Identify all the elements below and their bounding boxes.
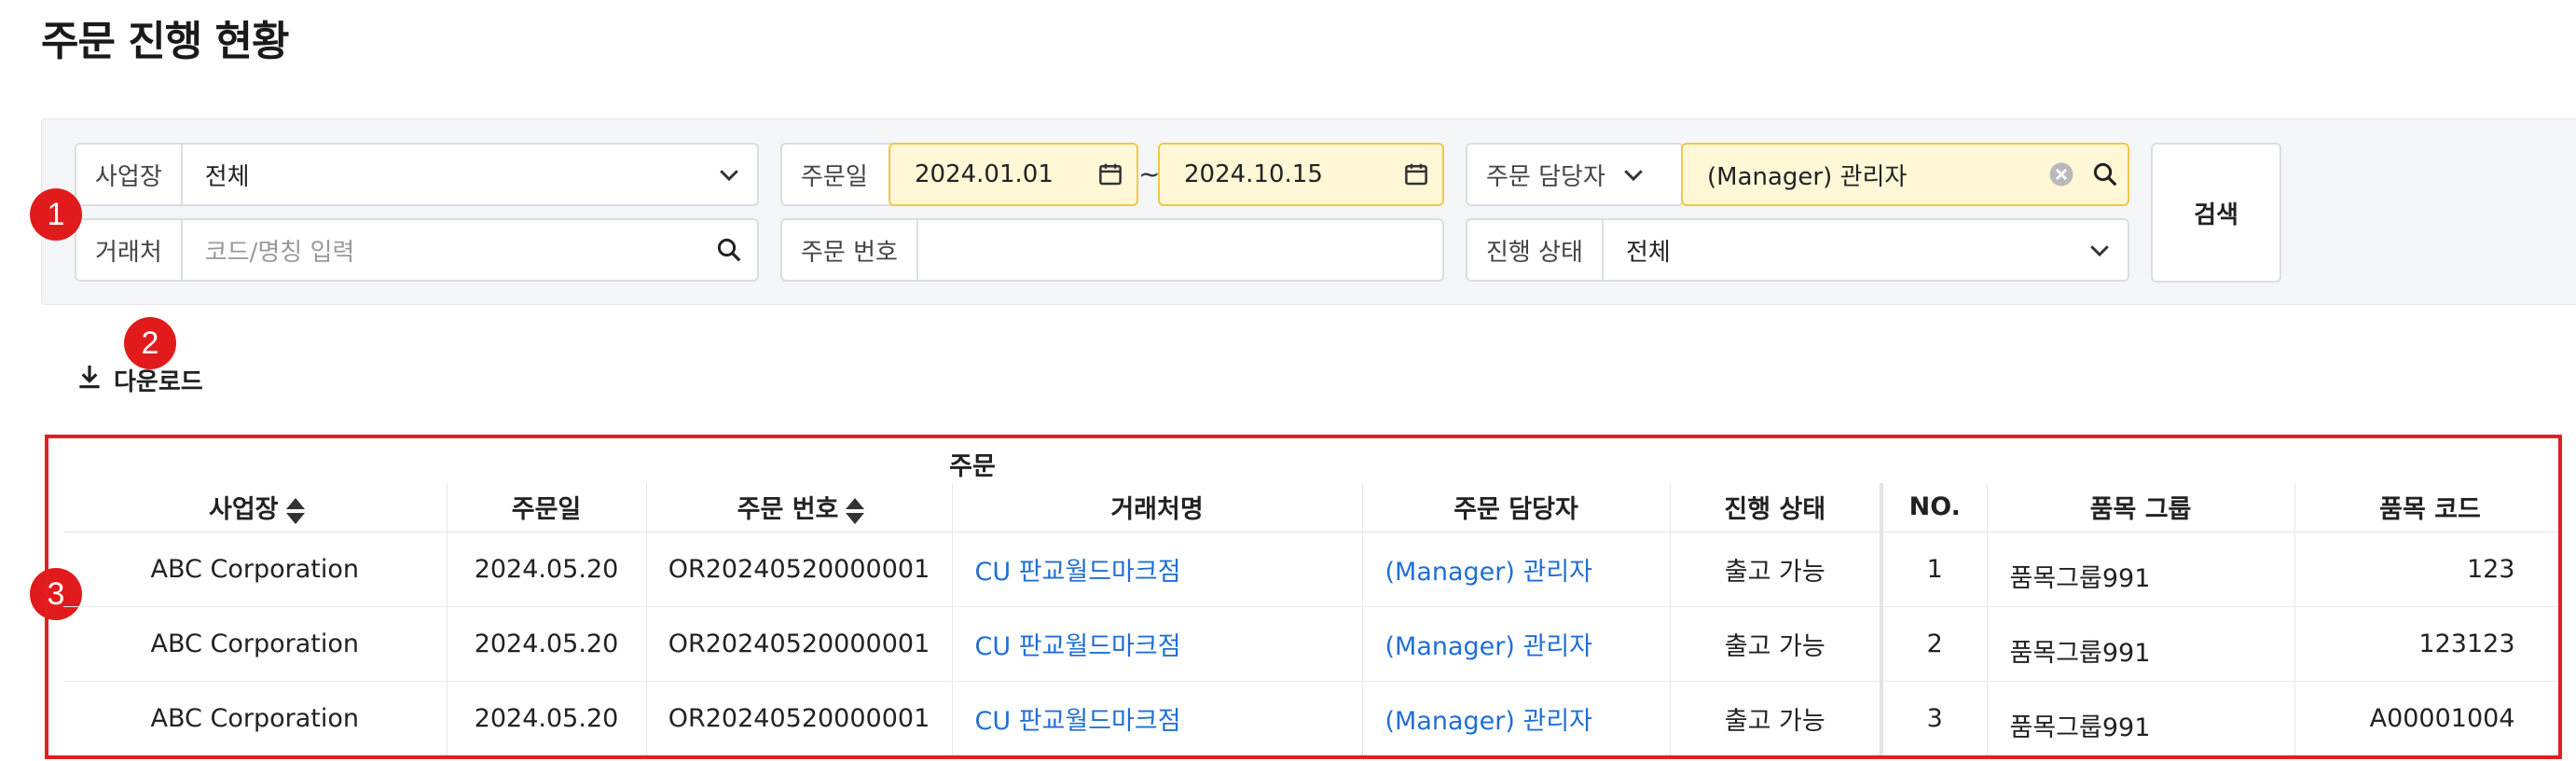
cell-business-site: ABC Corporation	[63, 681, 448, 755]
cell-no: 2	[1881, 606, 1988, 682]
group-header-empty	[1881, 438, 2558, 483]
cell-client-link[interactable]: CU 판교월드마크점	[952, 606, 1363, 682]
sort-icon[interactable]	[285, 497, 305, 524]
order-manager-value: (Manager) 관리자	[1707, 162, 1908, 191]
order-number-input[interactable]: 주문 번호	[780, 218, 1444, 282]
business-site-value: 전체	[204, 162, 250, 191]
cell-client-link[interactable]: CU 판교월드마크점	[952, 681, 1363, 755]
order-manager-label: 주문 담당자	[1486, 162, 1605, 191]
business-site-select[interactable]: 사업장 전체	[75, 143, 759, 206]
download-icon	[75, 362, 104, 398]
business-site-label: 사업장	[76, 145, 183, 204]
table-row[interactable]: ABC Corporation 2024.05.20 OR20240520000…	[63, 532, 2558, 607]
column-header-order-manager: 주문 담당자	[1362, 483, 1671, 533]
cell-status: 출고 가능	[1670, 606, 1883, 682]
order-table: 주문 사업장 주문일 주문 번호 거래처명 주문 담당자 진행 상태 NO. 품…	[63, 438, 2558, 755]
column-header-item-code: 품목 코드	[2294, 483, 2558, 533]
column-header-item-group: 품목 그룹	[1987, 483, 2295, 533]
download-label: 다운로드	[114, 368, 203, 396]
cell-business-site: ABC Corporation	[63, 606, 448, 682]
client-input[interactable]: 거래처 코드/명칭 입력	[75, 218, 759, 282]
column-header-no: NO.	[1881, 483, 1988, 533]
cell-item-code: 123123	[2294, 606, 2558, 682]
cell-manager-link[interactable]: (Manager) 관리자	[1362, 532, 1671, 607]
order-manager-type-select[interactable]: 주문 담당자	[1466, 143, 1684, 206]
cell-order-number: OR20240520000001	[646, 606, 953, 682]
client-placeholder: 코드/명칭 입력	[204, 238, 355, 267]
chevron-down-icon	[701, 145, 757, 204]
status-value: 전체	[1625, 238, 1671, 267]
cell-item-code: A00001004	[2294, 681, 2558, 755]
cell-no: 3	[1881, 681, 1988, 755]
clear-icon[interactable]	[2040, 145, 2083, 204]
table-row[interactable]: ABC Corporation 2024.05.20 OR20240520000…	[63, 606, 2558, 682]
order-date-from-input[interactable]: 2024.01.01	[889, 143, 1138, 206]
column-header-client-name: 거래처명	[952, 483, 1363, 533]
download-button[interactable]: 다운로드	[75, 362, 203, 398]
order-number-label: 주문 번호	[782, 220, 918, 280]
order-date-to-value: 2024.10.15	[1184, 160, 1323, 188]
cell-item-group: 품목그룹991	[1987, 681, 2295, 755]
client-label: 거래처	[76, 220, 183, 280]
order-date-to-input[interactable]: 2024.10.15	[1158, 143, 1444, 206]
table-row[interactable]: ABC Corporation 2024.05.20 OR20240520000…	[63, 681, 2558, 755]
cell-order-number: OR20240520000001	[646, 681, 953, 755]
order-date-label: 주문일	[801, 162, 868, 191]
cell-order-date: 2024.05.20	[447, 606, 647, 682]
cell-status: 출고 가능	[1670, 681, 1883, 755]
cell-business-site: ABC Corporation	[63, 532, 448, 607]
chevron-down-icon	[2072, 220, 2128, 280]
cell-item-code: 123	[2294, 532, 2558, 607]
search-icon[interactable]	[2083, 145, 2128, 204]
cell-manager-link[interactable]: (Manager) 관리자	[1362, 606, 1671, 682]
order-table-frame: 주문 사업장 주문일 주문 번호 거래처명 주문 담당자 진행 상태 NO. 품…	[45, 435, 2562, 759]
column-header-order-date: 주문일	[447, 483, 647, 533]
calendar-icon[interactable]	[1084, 145, 1136, 204]
calendar-icon[interactable]	[1390, 145, 1442, 204]
search-icon[interactable]	[701, 220, 757, 280]
cell-order-date: 2024.05.20	[447, 681, 647, 755]
cell-client-link[interactable]: CU 판교월드마크점	[952, 532, 1363, 607]
cell-item-group: 품목그룹991	[1987, 606, 2295, 682]
search-button[interactable]: 검색	[2151, 143, 2281, 283]
cell-item-group: 품목그룹991	[1987, 532, 2295, 607]
column-header-status: 진행 상태	[1670, 483, 1883, 533]
date-range-separator: ~	[1138, 159, 1161, 189]
order-manager-input[interactable]: (Manager) 관리자	[1681, 143, 2129, 206]
status-label: 진행 상태	[1467, 220, 1604, 280]
annotation-marker-1: 1	[30, 188, 82, 241]
status-select[interactable]: 진행 상태 전체	[1466, 218, 2129, 282]
cell-order-date: 2024.05.20	[447, 532, 647, 607]
cell-no: 1	[1881, 532, 1988, 607]
page-title: 주문 진행 현황	[41, 18, 290, 65]
cell-status: 출고 가능	[1670, 532, 1883, 607]
column-header-business-site[interactable]: 사업장	[63, 483, 448, 533]
order-date-from-value: 2024.01.01	[915, 160, 1054, 188]
chevron-down-icon	[1613, 145, 1654, 204]
column-header-order-number[interactable]: 주문 번호	[646, 483, 953, 533]
cell-manager-link[interactable]: (Manager) 관리자	[1362, 681, 1671, 755]
cell-order-number: OR20240520000001	[646, 532, 953, 607]
sort-icon[interactable]	[846, 497, 865, 524]
group-header-order: 주문	[949, 451, 996, 481]
